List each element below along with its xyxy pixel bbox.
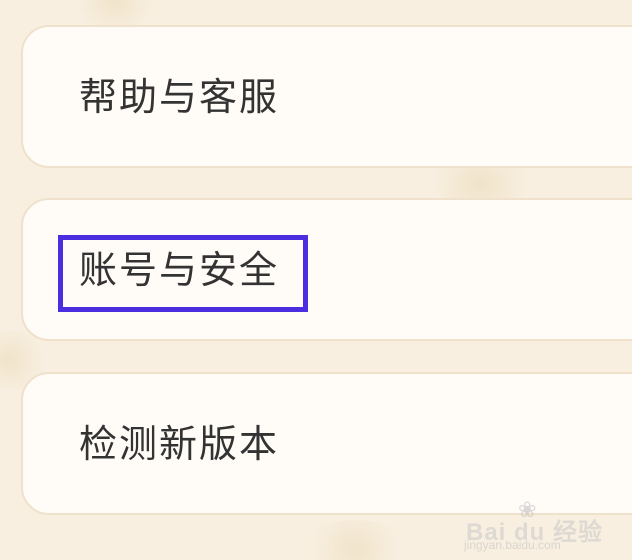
menu-item-label: 检测新版本 [79,421,280,466]
menu-item-label: 帮助与客服 [79,74,280,119]
baidu-jingyan-watermark: ❀ Bai du 经验 jingyan.baidu.com [464,500,614,553]
background-decoration [300,520,410,560]
menu-item-check-new-version[interactable]: 检测新版本 [21,372,632,515]
menu-item-help-and-support[interactable]: 帮助与客服 [21,25,632,168]
highlight-annotation-box [58,235,308,312]
watermark-url: jingyan.baidu.com [464,538,561,552]
